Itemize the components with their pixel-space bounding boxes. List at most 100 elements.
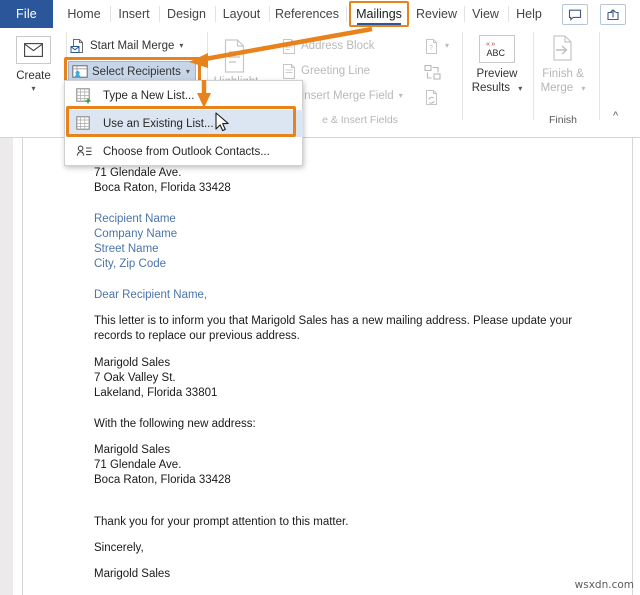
tab-divider [508, 6, 509, 22]
rules-icon: ? [426, 39, 437, 54]
doc-spacer [94, 345, 614, 356]
tab-insert-label: Insert [118, 7, 150, 21]
preview-results-label-text: Results [471, 82, 511, 94]
doc-spacer [94, 273, 614, 288]
select-recipients-menu[interactable]: Type a New List... Use an Existing List.… [64, 80, 303, 166]
menu-item-type-new-list[interactable]: Type a New List... [66, 82, 303, 109]
doc-placeholder-street-name: Street Name [94, 243, 159, 256]
chevron-up-icon[interactable]: ^ [613, 110, 618, 122]
doc-signature: Marigold Sales [94, 568, 171, 581]
chevron-down-icon[interactable]: ▾ [4, 84, 63, 93]
address-block-button: Address Block [281, 36, 375, 56]
tab-mailings[interactable]: Mailings [351, 0, 407, 28]
address-block-label: Address Block [301, 40, 375, 52]
group-label-write-insert-fields: e & Insert Fields [322, 114, 398, 126]
menu-item-type-new-list-label: Type a New List... [103, 89, 195, 102]
menu-item-choose-outlook-contacts[interactable]: Choose from Outlook Contacts... [66, 138, 303, 165]
doc-new-address-line3: Boca Raton, Florida 33428 [94, 474, 231, 487]
watermark: wsxdn.com [574, 579, 634, 591]
doc-placeholder-recipient-name: Recipient Name [94, 212, 176, 225]
tab-references-label: References [275, 7, 339, 21]
share-button[interactable] [600, 4, 626, 25]
tab-review[interactable]: Review [412, 0, 461, 28]
document-page-right-edge [632, 138, 633, 595]
menu-item-choose-outlook-contacts-label: Choose from Outlook Contacts... [103, 145, 270, 158]
tab-file-label: File [16, 7, 37, 21]
document-body[interactable]: 71 Glendale Ave. Boca Raton, Florida 334… [94, 138, 614, 583]
greeting-line-label: Greeting Line [301, 65, 371, 77]
doc-spacer [94, 530, 614, 541]
doc-line-sender-street: 71 Glendale Ave. [94, 167, 182, 179]
tab-divider [110, 6, 111, 22]
doc-line-sender-city: Boca Raton, Florida 33428 [94, 182, 231, 195]
chevron-down-icon: ▾ [581, 84, 586, 93]
share-icon [607, 8, 619, 20]
tab-divider [346, 6, 347, 22]
tab-review-label: Review [416, 7, 457, 21]
tab-file[interactable]: File [0, 0, 53, 28]
ribbon-tab-strip: File Home Insert Design Layout Reference… [0, 0, 640, 28]
create-button[interactable] [16, 36, 51, 64]
doc-spacer [94, 303, 614, 314]
chevron-down-icon: ▾ [518, 84, 523, 93]
doc-salutation: Dear Recipient Name, [94, 288, 208, 301]
tab-view[interactable]: View [466, 0, 505, 28]
tab-design[interactable]: Design [161, 0, 212, 28]
tab-references[interactable]: References [271, 0, 343, 28]
new-list-icon [76, 87, 93, 104]
group-divider [599, 32, 600, 120]
document-left-gutter [0, 138, 13, 595]
tab-layout[interactable]: Layout [217, 0, 266, 28]
doc-old-address-line1: Marigold Sales [94, 356, 171, 369]
comment-button[interactable] [562, 4, 588, 25]
chevron-down-icon: ▾ [179, 41, 184, 50]
highlight-merge-fields-icon [220, 38, 250, 74]
comment-icon [568, 9, 582, 21]
doc-spacer [94, 197, 614, 212]
doc-new-address-line2: 71 Glendale Ave. [94, 459, 182, 472]
insert-merge-field-label: Insert Merge Field [301, 90, 394, 102]
doc-spacer [94, 489, 614, 504]
match-fields-icon [424, 64, 441, 80]
svg-text:ABC: ABC [487, 48, 506, 58]
doc-spacer [94, 402, 614, 417]
tab-active-underline [357, 22, 401, 25]
address-block-icon [281, 38, 297, 54]
tab-design-label: Design [167, 7, 206, 21]
tab-help[interactable]: Help [510, 0, 548, 28]
chevron-down-icon: ▾ [398, 91, 403, 100]
tab-home-label: Home [67, 7, 101, 21]
match-fields-button [424, 64, 442, 87]
start-mail-merge-button[interactable]: Start Mail Merge ▾ [70, 36, 183, 56]
select-recipients-icon [72, 64, 88, 80]
menu-item-use-existing-list[interactable]: Use an Existing List... [66, 110, 303, 137]
create-button-label: Create [16, 70, 51, 82]
existing-list-icon [76, 115, 93, 132]
doc-new-address-line1: Marigold Sales [94, 443, 171, 456]
tab-layout-label: Layout [222, 7, 261, 21]
select-recipients-label: Select Recipients [92, 66, 181, 78]
outlook-contacts-icon [76, 143, 93, 160]
group-divider [462, 32, 463, 120]
rules-button: ? ▾ [424, 38, 449, 54]
tab-divider [269, 6, 270, 22]
doc-placeholder-company-name: Company Name [94, 227, 178, 240]
preview-results-label-line2: Results ▾ [466, 82, 528, 95]
finish-merge-label-line1: Finish & [542, 68, 584, 80]
tab-view-label: View [472, 7, 499, 21]
doc-thanks-line: Thank you for your prompt attention to t… [94, 515, 349, 528]
document-canvas: 71 Glendale Ave. Boca Raton, Florida 334… [0, 138, 640, 595]
tab-insert[interactable]: Insert [112, 0, 156, 28]
update-labels-button [424, 89, 440, 111]
tab-home[interactable]: Home [61, 0, 107, 28]
doc-old-address-line3: Lakeland, Florida 33801 [94, 387, 218, 400]
preview-results-button[interactable]: « » ABC [479, 35, 515, 63]
start-mail-merge-label: Start Mail Merge [90, 40, 175, 52]
greeting-line-button: Greeting Line [281, 61, 370, 81]
menu-item-use-existing-list-label: Use an Existing List... [103, 117, 214, 130]
tab-divider [159, 6, 160, 22]
doc-spacer [94, 556, 614, 567]
update-labels-icon [426, 90, 437, 105]
finish-merge-label-text: Merge [540, 82, 574, 94]
tab-help-label: Help [516, 7, 542, 21]
